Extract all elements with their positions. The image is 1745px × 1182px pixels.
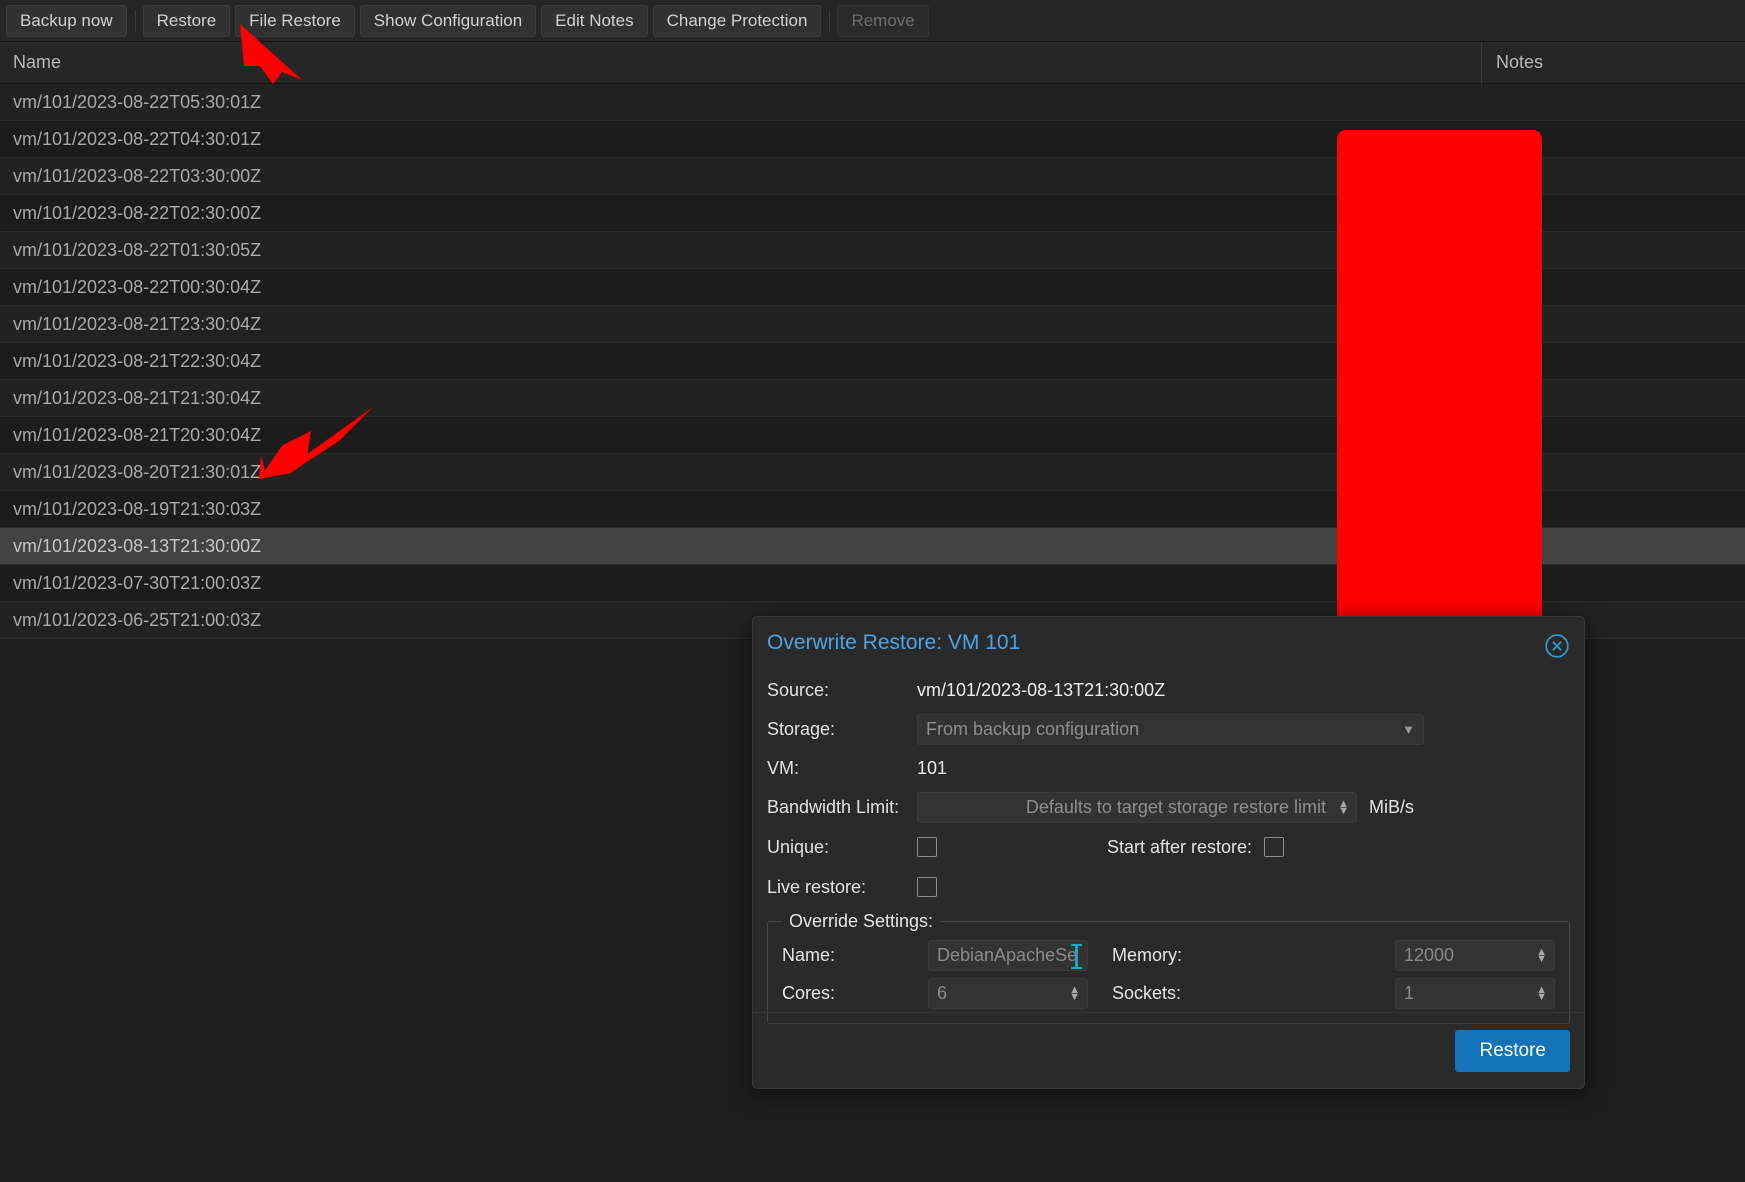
toolbar-separator-2 bbox=[829, 9, 831, 32]
override-settings-legend: Override Settings: bbox=[789, 911, 934, 931]
snapshot-name-cell: vm/101/2023-08-22T05:30:01Z bbox=[13, 91, 262, 112]
snapshot-name-cell: vm/101/2023-08-21T23:30:04Z bbox=[13, 313, 262, 334]
snapshot-name-cell: vm/101/2023-08-22T03:30:00Z bbox=[13, 165, 262, 186]
override-settings-group: Override Settings: Name: DebianApacheSe … bbox=[767, 911, 1570, 1024]
sockets-spinner[interactable]: ▲ ▼ bbox=[1536, 984, 1547, 1002]
bandwidth-limit-input[interactable]: Defaults to target storage restore limit… bbox=[917, 792, 1357, 823]
column-header-name[interactable]: Name bbox=[0, 41, 1482, 84]
bandwidth-limit-placeholder: Defaults to target storage restore limit bbox=[1025, 797, 1326, 817]
bandwidth-spinner[interactable]: ▲ ▼ bbox=[1338, 798, 1349, 816]
dialog-restore-button[interactable]: Restore bbox=[1455, 1029, 1570, 1072]
dialog-header: Overwrite Restore: VM 101 bbox=[753, 617, 1584, 669]
snapshot-name-cell: vm/101/2023-08-20T21:30:01Z bbox=[13, 461, 262, 482]
bandwidth-limit-row: Bandwidth Limit: Defaults to target stor… bbox=[767, 788, 1570, 827]
bandwidth-unit-label: MiB/s bbox=[1369, 797, 1414, 817]
cores-spinner[interactable]: ▲ ▼ bbox=[1069, 984, 1080, 1002]
vm-value: 101 bbox=[917, 758, 948, 778]
start-after-restore-checkbox[interactable] bbox=[1264, 837, 1285, 857]
snapshot-name-cell: vm/101/2023-08-22T00:30:04Z bbox=[13, 276, 262, 297]
snapshot-name-cell: vm/101/2023-08-21T20:30:04Z bbox=[13, 424, 262, 445]
override-cores-input[interactable]: 6 ▲ ▼ bbox=[928, 978, 1088, 1009]
unique-row: Unique: Start after restore: bbox=[767, 827, 1570, 867]
text-cursor-icon bbox=[1071, 944, 1082, 969]
dialog-body: Source: vm/101/2023-08-13T21:30:00Z Stor… bbox=[753, 669, 1584, 1024]
spinner-down-icon[interactable]: ▼ bbox=[1536, 991, 1547, 1002]
chevron-down-icon: ▼ bbox=[1402, 722, 1415, 737]
snapshot-name-cell: vm/101/2023-08-22T01:30:05Z bbox=[13, 239, 262, 260]
bandwidth-limit-label: Bandwidth Limit: bbox=[767, 797, 900, 817]
spinner-down-icon[interactable]: ▼ bbox=[1338, 805, 1349, 816]
remove-button: Remove bbox=[837, 4, 929, 37]
memory-spinner[interactable]: ▲ ▼ bbox=[1536, 946, 1547, 964]
override-sockets-input[interactable]: 1 ▲ ▼ bbox=[1395, 978, 1555, 1009]
toolbar-separator bbox=[134, 9, 136, 32]
source-label: Source: bbox=[767, 680, 830, 700]
override-name-value: DebianApacheSe bbox=[937, 945, 1078, 965]
notes-redaction-overlay bbox=[1337, 130, 1542, 677]
snapshot-name-cell: vm/101/2023-08-21T22:30:04Z bbox=[13, 350, 262, 371]
column-header-notes[interactable]: Notes bbox=[1482, 42, 1745, 84]
override-memory-value: 12000 bbox=[1404, 945, 1455, 965]
unique-checkbox[interactable] bbox=[917, 837, 937, 857]
live-restore-checkbox[interactable] bbox=[917, 877, 937, 897]
grid-header-row: Name Notes bbox=[0, 41, 1745, 84]
snapshot-name-cell: vm/101/2023-08-22T02:30:00Z bbox=[13, 202, 262, 223]
override-cores-value: 6 bbox=[937, 983, 948, 1003]
override-sockets-value: 1 bbox=[1404, 983, 1415, 1003]
snapshot-name-cell: vm/101/2023-08-22T04:30:01Z bbox=[13, 128, 262, 149]
override-memory-label: Memory: bbox=[1112, 945, 1183, 965]
table-row[interactable]: vm/101/2023-08-22T05:30:01Z bbox=[0, 84, 1745, 121]
live-restore-row: Live restore: bbox=[767, 867, 1570, 907]
dialog-title: Overwrite Restore: VM 101 bbox=[767, 631, 1021, 654]
file-restore-button[interactable]: File Restore bbox=[235, 4, 355, 37]
override-memory-input[interactable]: 12000 ▲ ▼ bbox=[1395, 940, 1555, 971]
source-row: Source: vm/101/2023-08-13T21:30:00Z bbox=[767, 671, 1570, 710]
backup-now-button[interactable]: Backup now bbox=[6, 4, 127, 37]
override-sockets-label: Sockets: bbox=[1112, 983, 1182, 1003]
snapshot-name-cell: vm/101/2023-08-21T21:30:04Z bbox=[13, 387, 262, 408]
snapshot-name-cell: vm/101/2023-08-19T21:30:03Z bbox=[13, 498, 262, 519]
change-protection-button[interactable]: Change Protection bbox=[652, 4, 822, 37]
snapshot-name-cell: vm/101/2023-08-13T21:30:00Z bbox=[13, 535, 262, 556]
restore-button[interactable]: Restore bbox=[142, 4, 231, 37]
show-configuration-button[interactable]: Show Configuration bbox=[359, 4, 537, 37]
storage-label: Storage: bbox=[767, 719, 836, 739]
close-circle-icon[interactable] bbox=[1544, 633, 1570, 659]
live-restore-label: Live restore: bbox=[767, 876, 867, 897]
start-after-restore-label: Start after restore: bbox=[1107, 836, 1253, 857]
unique-label: Unique: bbox=[767, 836, 830, 857]
spinner-down-icon[interactable]: ▼ bbox=[1536, 953, 1547, 964]
snapshot-name-cell: vm/101/2023-07-30T21:00:03Z bbox=[13, 572, 262, 593]
vm-label: VM: bbox=[767, 758, 800, 778]
override-name-label: Name: bbox=[782, 945, 836, 965]
overwrite-restore-dialog: Overwrite Restore: VM 101 Source: vm/101… bbox=[752, 616, 1585, 1089]
spinner-down-icon[interactable]: ▼ bbox=[1069, 991, 1080, 1002]
vm-row: VM: 101 bbox=[767, 749, 1570, 788]
storage-row: Storage: From backup configuration ▼ bbox=[767, 710, 1570, 749]
source-value: vm/101/2023-08-13T21:30:00Z bbox=[917, 680, 1166, 700]
storage-select[interactable]: From backup configuration ▼ bbox=[917, 714, 1424, 745]
edit-notes-button[interactable]: Edit Notes bbox=[541, 4, 648, 37]
dialog-footer: Restore bbox=[753, 1012, 1584, 1088]
override-cores-label: Cores: bbox=[782, 983, 836, 1003]
storage-select-value: From backup configuration bbox=[926, 719, 1140, 739]
backup-restore-screen: Backup now Restore File Restore Show Con… bbox=[0, 0, 1745, 1182]
toolbar: Backup now Restore File Restore Show Con… bbox=[0, 0, 1745, 42]
override-name-input[interactable]: DebianApacheSe bbox=[928, 940, 1088, 971]
